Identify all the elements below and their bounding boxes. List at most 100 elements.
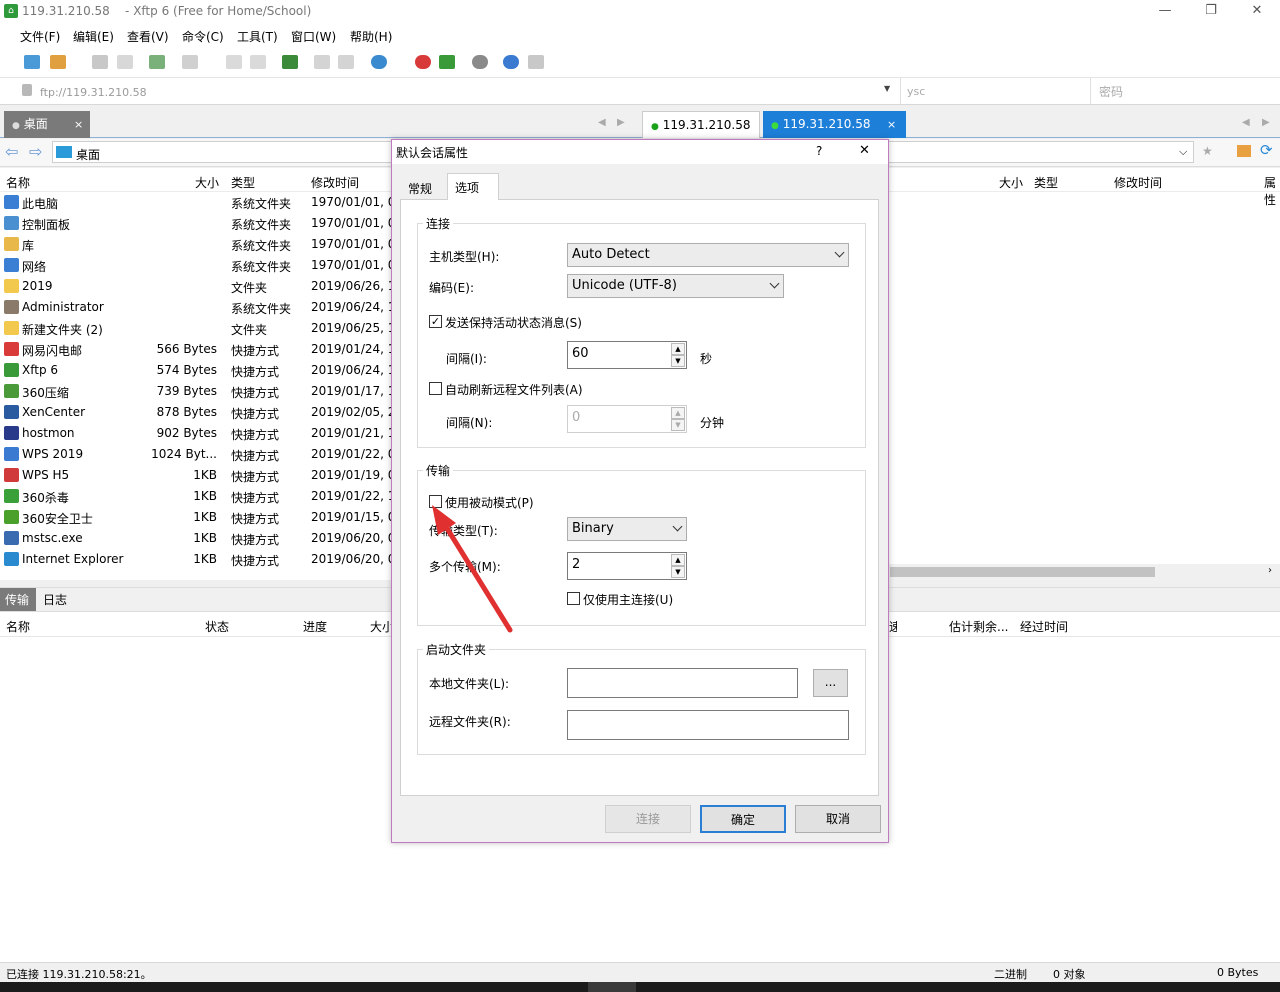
- file-row[interactable]: Internet Explorer 1KB 快捷方式 2019/06/20, 0: [0, 549, 400, 570]
- host-url-input[interactable]: ftp://119.31.210.58: [40, 86, 147, 99]
- file-row[interactable]: hostmon 902 Bytes 快捷方式 2019/01/21, 1: [0, 423, 400, 444]
- multi-transfer-spinner[interactable]: 2 ▲ ▼: [567, 552, 687, 580]
- host-type-select[interactable]: Auto Detect: [567, 243, 849, 267]
- taskbar-app[interactable]: [588, 982, 636, 992]
- col-progress[interactable]: 进度: [303, 618, 327, 635]
- file-row[interactable]: XenCenter 878 Bytes 快捷方式 2019/02/05, 2: [0, 402, 400, 423]
- menu-window[interactable]: 窗口(W): [291, 28, 336, 45]
- new-tab-icon[interactable]: [149, 55, 165, 69]
- encoding-select[interactable]: Unicode (UTF-8): [567, 274, 784, 298]
- file-row[interactable]: 360杀毒 1KB 快捷方式 2019/01/22, 1: [0, 486, 400, 507]
- file-row[interactable]: 2019 文件夹 2019/06/26, 1: [0, 276, 400, 297]
- spin-down-icon[interactable]: ▼: [671, 566, 685, 578]
- file-row[interactable]: 库 系统文件夹 1970/01/01, 0: [0, 234, 400, 255]
- menu-command[interactable]: 命令(C): [182, 28, 224, 45]
- gear-icon[interactable]: [472, 55, 488, 69]
- primary-only-checkbox[interactable]: [567, 592, 580, 605]
- minimize-button[interactable]: —: [1142, 0, 1188, 24]
- tab-scroll-right-icon[interactable]: ▶: [617, 117, 625, 128]
- cancel-button[interactable]: 取消: [795, 805, 881, 833]
- col-eta[interactable]: 估计剩余...: [949, 618, 1008, 635]
- file-row[interactable]: WPS 2019 1024 Byt... 快捷方式 2019/01/22, 0: [0, 444, 400, 465]
- file-row[interactable]: Xftp 6 574 Bytes 快捷方式 2019/06/24, 1: [0, 360, 400, 381]
- refresh-icon[interactable]: ⟳: [1260, 141, 1273, 159]
- xftp-icon[interactable]: [439, 55, 455, 69]
- col-type[interactable]: 类型: [231, 174, 255, 191]
- col-size[interactable]: 大小: [195, 174, 219, 191]
- tab-log[interactable]: 日志: [43, 591, 67, 608]
- menu-tools[interactable]: 工具(T): [237, 28, 278, 45]
- disconnect-icon[interactable]: [117, 55, 133, 69]
- menu-edit[interactable]: 编辑(E): [73, 28, 114, 45]
- transfer-type-select[interactable]: Binary: [567, 517, 687, 541]
- username-input[interactable]: ysc: [900, 78, 1090, 104]
- autorefresh-checkbox[interactable]: [429, 382, 442, 395]
- file-row[interactable]: 控制面板 系统文件夹 1970/01/01, 0: [0, 213, 400, 234]
- col-modified[interactable]: 修改时间: [311, 174, 359, 191]
- menu-file[interactable]: 文件(F): [20, 28, 60, 45]
- back-arrow-icon[interactable]: ⇦: [5, 142, 18, 161]
- local-folder-input[interactable]: [567, 668, 798, 698]
- open-folder-icon[interactable]: [50, 55, 66, 69]
- col-size[interactable]: 大小: [999, 174, 1023, 191]
- tab-remote-1[interactable]: ● 119.31.210.58: [642, 111, 760, 138]
- keepalive-checkbox[interactable]: ✓: [429, 315, 442, 328]
- tab-close-icon[interactable]: ×: [887, 111, 896, 138]
- tab-remote-2-active[interactable]: ● 119.31.210.58 ×: [763, 111, 906, 138]
- col-elapsed[interactable]: 经过时间: [1020, 618, 1068, 635]
- menu-view[interactable]: 查看(V): [127, 28, 169, 45]
- spin-up-icon[interactable]: ▲: [671, 554, 685, 566]
- paste-icon[interactable]: [250, 55, 266, 69]
- scroll-right-icon[interactable]: ›: [1268, 565, 1272, 576]
- tab-general[interactable]: 常规: [402, 177, 448, 198]
- ok-button[interactable]: 确定: [700, 805, 786, 833]
- remote-folder-input[interactable]: [567, 710, 849, 740]
- url-dropdown-icon[interactable]: ▼: [884, 84, 890, 93]
- restore-button[interactable]: ❐: [1188, 0, 1234, 24]
- home-icon[interactable]: [1237, 145, 1251, 157]
- chat-icon[interactable]: [528, 55, 544, 69]
- col-attr[interactable]: 属性: [1264, 174, 1280, 208]
- file-row[interactable]: Administrator 系统文件夹 2019/06/24, 1: [0, 297, 400, 318]
- globe-icon[interactable]: [371, 55, 387, 69]
- password-input[interactable]: 密码: [1090, 78, 1280, 104]
- tab-close-icon[interactable]: ×: [74, 111, 83, 138]
- sync-icon[interactable]: [282, 55, 298, 69]
- file-row[interactable]: 此电脑 系统文件夹 1970/01/01, 0: [0, 192, 400, 213]
- chevron-down-icon[interactable]: ⌵: [1179, 145, 1187, 159]
- tab-scroll-right-icon[interactable]: ▶: [1262, 117, 1270, 128]
- file-row[interactable]: WPS H5 1KB 快捷方式 2019/01/19, 0: [0, 465, 400, 486]
- interval-spinner[interactable]: 60 ▲ ▼: [567, 341, 687, 369]
- spin-up-icon[interactable]: ▲: [671, 343, 685, 355]
- col-type[interactable]: 类型: [1034, 174, 1058, 191]
- help-icon[interactable]: [503, 55, 519, 69]
- close-window-button[interactable]: ✕: [1234, 0, 1280, 24]
- properties-icon[interactable]: [338, 55, 354, 69]
- connect-icon[interactable]: [92, 55, 108, 69]
- scrollbar-thumb[interactable]: [890, 567, 1155, 577]
- spin-down-icon[interactable]: ▼: [671, 355, 685, 367]
- file-row[interactable]: mstsc.exe 1KB 快捷方式 2019/06/20, 0: [0, 528, 400, 549]
- col-name[interactable]: 名称: [6, 174, 30, 191]
- col-status[interactable]: 状态: [205, 618, 229, 635]
- horizontal-scrollbar[interactable]: ›: [888, 564, 1280, 580]
- forward-arrow-icon[interactable]: ⇨: [29, 142, 42, 161]
- file-row[interactable]: 360安全卫士 1KB 快捷方式 2019/01/15, 0: [0, 507, 400, 528]
- tab-local-desktop[interactable]: ● 桌面 ×: [4, 111, 90, 138]
- file-row[interactable]: 网络 系统文件夹 1970/01/01, 0: [0, 255, 400, 276]
- local-path-input[interactable]: 桌面: [52, 141, 392, 163]
- col-modified[interactable]: 修改时间: [1114, 174, 1162, 191]
- new-session-icon[interactable]: [24, 55, 40, 69]
- xshell-icon[interactable]: [415, 55, 431, 69]
- browse-button[interactable]: ...: [813, 669, 848, 697]
- bookmark-star-icon[interactable]: ★: [1202, 144, 1213, 158]
- tab-transfer[interactable]: 传输: [0, 588, 36, 611]
- file-row[interactable]: 网易闪电邮 566 Bytes 快捷方式 2019/01/24, 1: [0, 339, 400, 360]
- dialog-close-button[interactable]: ✕: [859, 143, 870, 158]
- transfer-icon[interactable]: [182, 55, 198, 69]
- delete-icon[interactable]: [314, 55, 330, 69]
- tab-scroll-left-icon[interactable]: ◀: [598, 117, 606, 128]
- remote-path-input[interactable]: ⌵: [888, 141, 1194, 163]
- col-name[interactable]: 名称: [6, 618, 30, 635]
- tab-options[interactable]: 选项: [447, 173, 499, 200]
